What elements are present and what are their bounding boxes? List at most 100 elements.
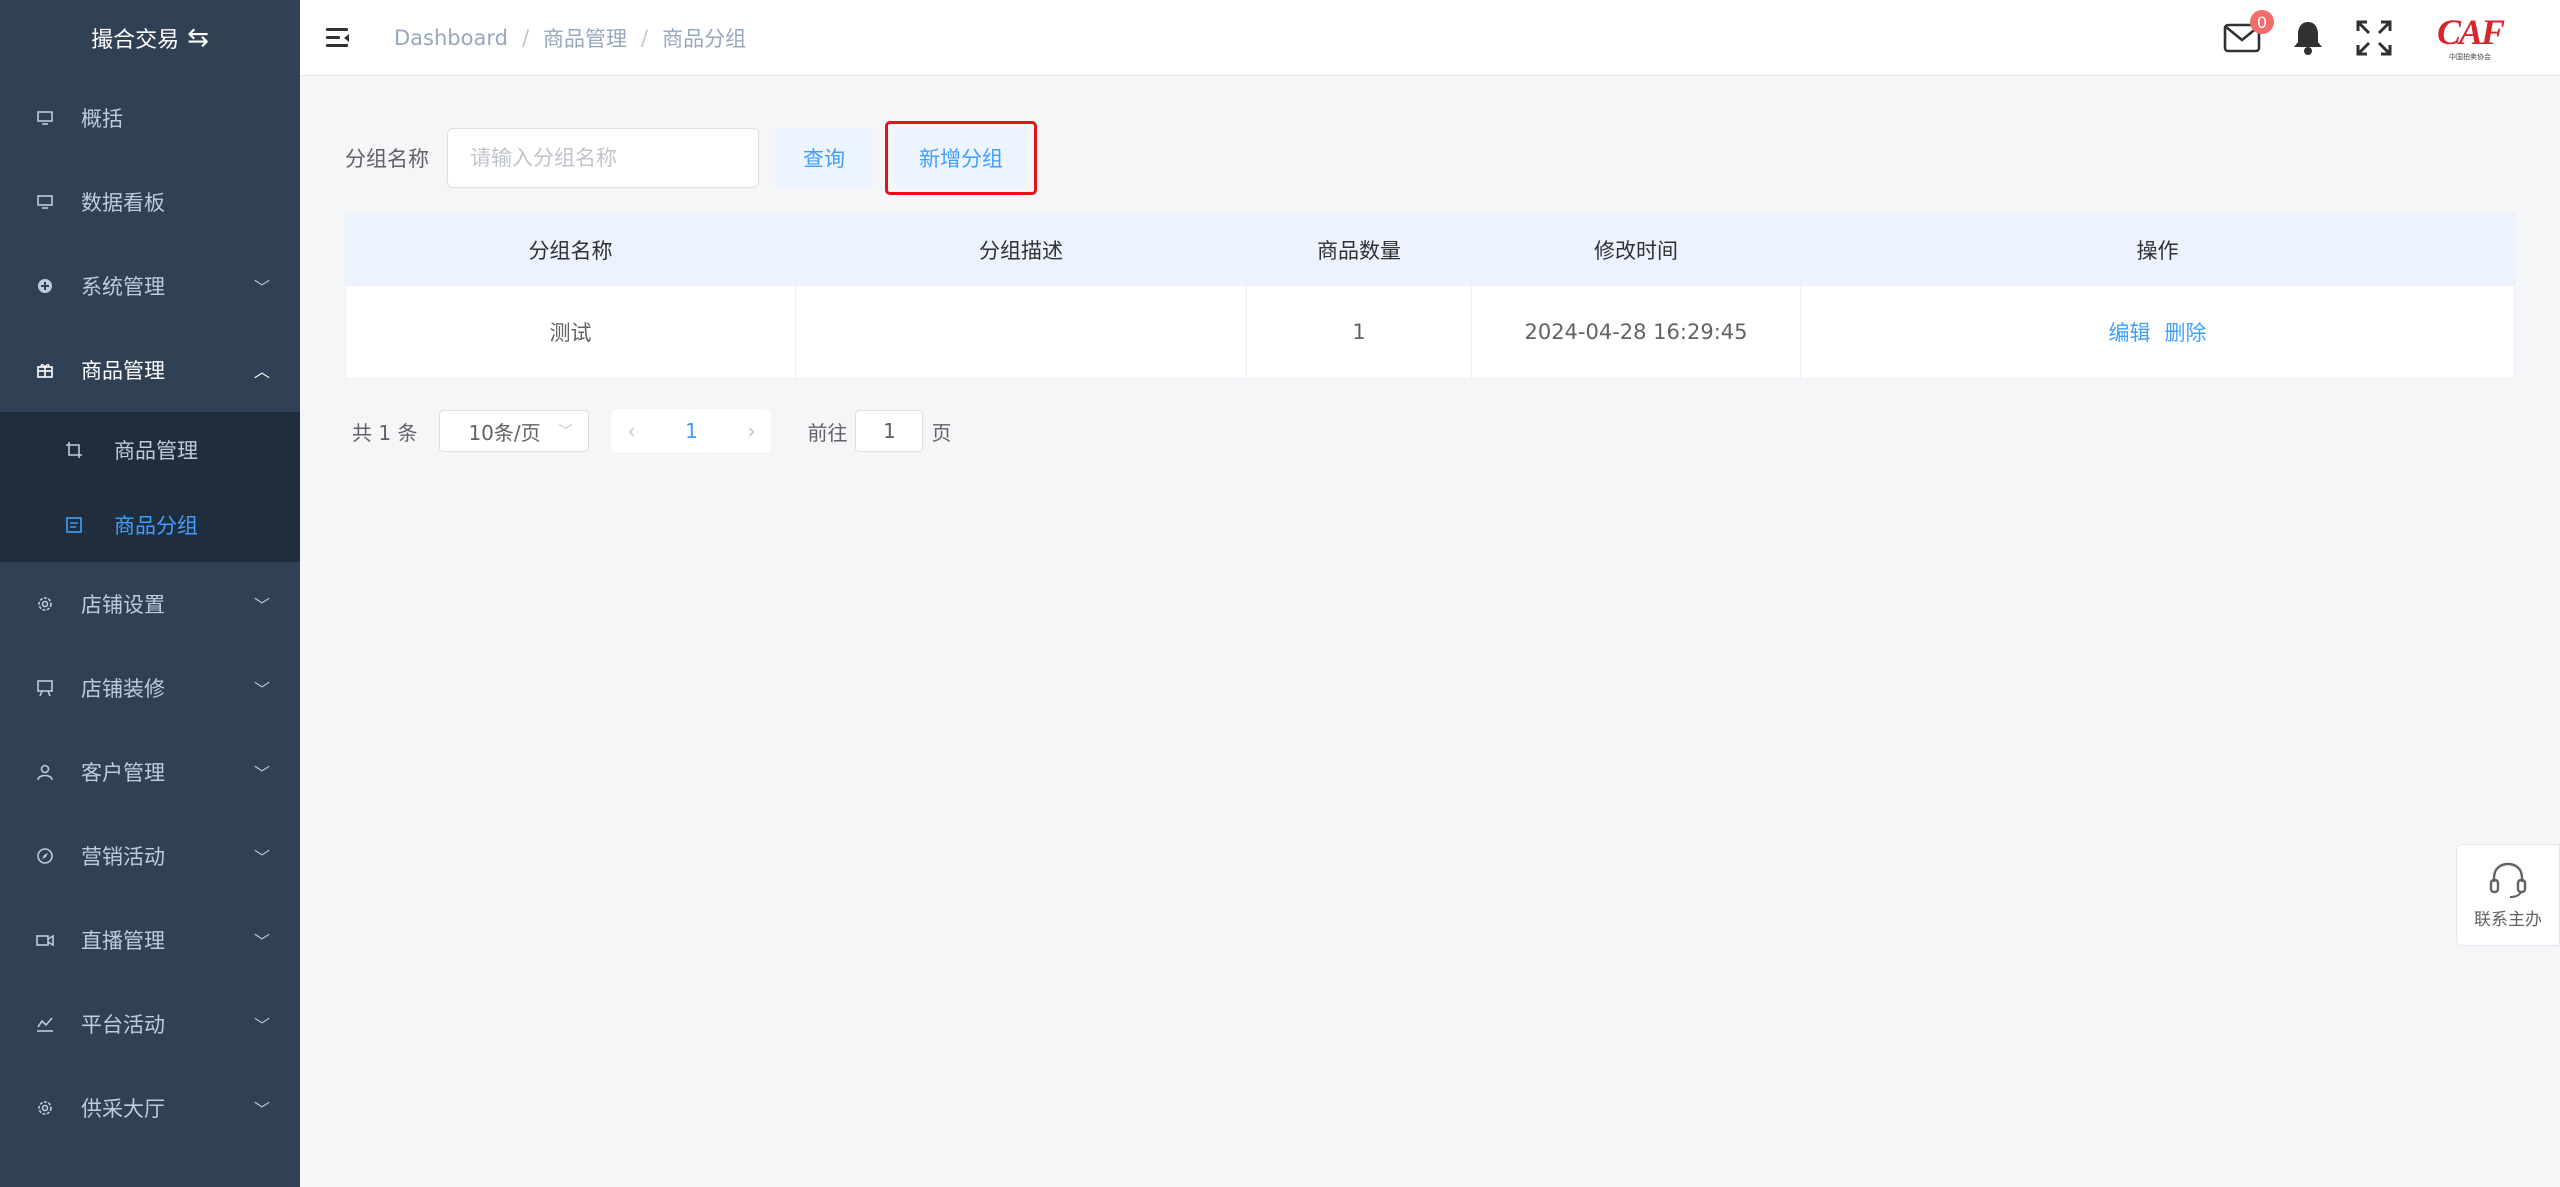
cell-count: 1 [1247,285,1472,378]
top-navbar: Dashboard / 商品管理 / 商品分组 0 CAF 中国拍卖协会 [300,0,2560,76]
chevron-down-icon: ﹀ [558,424,573,440]
sidebar-item-dashboard[interactable]: 数据看板 [0,160,300,244]
chevron-down-icon: ﹀ [253,278,270,297]
logo-text: CAF [2436,12,2505,52]
sidebar-item-goods[interactable]: 商品管理 ︿ [0,328,300,412]
prev-page-icon[interactable]: ‹ [627,419,635,443]
pagination: 共 1 条 10条/页 ﹀ ‹ 1 › 前往 页 [352,410,951,452]
add-group-highlight: 新增分组 [885,121,1037,195]
filter-bar: 分组名称 查询 新增分组 [345,121,1037,195]
video-camera-icon [34,929,56,951]
table-header-row: 分组名称 分组描述 商品数量 修改时间 操作 [346,214,2514,285]
sidebar-item-live[interactable]: 直播管理 ﹀ [0,898,300,982]
fullscreen-icon[interactable] [2352,16,2396,60]
group-table: 分组名称 分组描述 商品数量 修改时间 操作 测试 1 2024-04-28 1… [345,213,2515,379]
breadcrumb-separator: / [521,25,530,50]
user-icon [34,761,56,783]
gear-icon [34,593,56,615]
sidebar-subitem-label: 商品管理 [114,438,198,463]
sidebar-item-label: 平台活动 [81,1013,165,1037]
group-name-label: 分组名称 [345,147,429,171]
page-number-current[interactable]: 1 [685,419,698,443]
caf-logo[interactable]: CAF 中国拍卖协会 [2430,8,2510,68]
breadcrumb: Dashboard / 商品管理 / 商品分组 [394,23,746,53]
chevron-down-icon: ﹀ [253,1016,270,1035]
cell-name: 测试 [346,285,796,378]
chevron-down-icon: ﹀ [253,848,270,867]
hamburger-icon[interactable] [326,26,350,50]
breadcrumb-item-dashboard[interactable]: Dashboard [394,26,508,50]
breadcrumb-item-goods[interactable]: 商品管理 [543,23,627,53]
gift-icon [34,359,56,381]
mail-count-badge: 0 [2250,10,2274,34]
chevron-down-icon: ﹀ [253,596,270,615]
goto-label: 前往 [807,420,848,445]
chart-icon [34,1013,56,1035]
add-group-button[interactable]: 新增分组 [894,128,1028,188]
compass-icon [34,845,56,867]
sidebar-subitem-goods-group[interactable]: 商品分组 [0,487,300,562]
crop-icon [64,440,84,460]
easel-icon [34,677,56,699]
sidebar-item-platform[interactable]: 平台活动 ﹀ [0,982,300,1066]
sidebar-item-customers[interactable]: 客户管理 ﹀ [0,730,300,814]
sidebar-item-label: 数据看板 [81,191,165,215]
sidebar-item-shop-decor[interactable]: 店铺装修 ﹀ [0,646,300,730]
contact-label: 联系主办 [2474,910,2542,930]
sidebar-subitem-label: 商品分组 [114,513,198,538]
goto-page-input[interactable] [855,410,924,452]
swap-icon[interactable]: ⇆ [187,23,209,53]
sidebar-item-shop-settings[interactable]: 店铺设置 ﹀ [0,562,300,646]
query-button[interactable]: 查询 [775,128,873,188]
sidebar-item-label: 供采大厅 [81,1097,165,1121]
chevron-down-icon: ﹀ [253,1100,270,1119]
next-page-icon[interactable]: › [747,419,755,443]
sidebar-item-label: 系统管理 [81,275,165,299]
main-content: 分组名称 查询 新增分组 分组名称 分组描述 商品数量 修改时间 操作 测试 1… [300,76,2560,1187]
bell-icon[interactable] [2286,16,2330,60]
sidebar-item-label: 店铺设置 [81,593,165,617]
sidebar-item-label: 客户管理 [81,761,165,785]
brand: 撮合交易 ⇆ [0,0,300,76]
column-header-actions: 操作 [1801,214,2514,285]
gear-icon [34,1097,56,1119]
sidebar-item-label: 商品管理 [81,359,165,383]
monitor-icon [34,191,56,213]
chevron-down-icon: ﹀ [253,764,270,783]
headset-icon [2487,860,2529,905]
breadcrumb-separator: / [641,25,649,50]
logo-subtext: 中国拍卖协会 [2449,53,2491,61]
sidebar-item-overview[interactable]: 概括 [0,76,300,160]
cell-description [796,285,1247,378]
chevron-down-icon: ﹀ [253,932,270,951]
plus-circle-icon [34,275,56,297]
sidebar-item-procurement[interactable]: 供采大厅 ﹀ [0,1066,300,1150]
page-suffix-label: 页 [931,420,952,445]
contact-organizer-button[interactable]: 联系主办 [2456,844,2560,946]
sidebar-subitem-goods-manage[interactable]: 商品管理 [0,412,300,487]
group-name-input[interactable] [447,128,759,188]
column-header-count: 商品数量 [1247,214,1472,285]
chevron-down-icon: ﹀ [253,680,270,699]
page-size-value: 10条/页 [468,420,541,445]
sidebar-item-label: 直播管理 [81,929,165,953]
pagination-total: 共 1 条 [352,420,418,445]
sidebar-item-label: 概括 [81,107,123,131]
delete-link[interactable]: 删除 [2165,317,2207,347]
document-icon [64,515,84,535]
edit-link[interactable]: 编辑 [2109,317,2151,347]
pager-nav: ‹ 1 › [611,410,772,452]
brand-title: 撮合交易 [91,28,180,53]
sidebar: 撮合交易 ⇆ 概括 数据看板 系统管理 ﹀ 商品管理 ︿ 商品管理 商品分组 店… [0,0,300,1187]
chevron-up-icon: ︿ [253,362,270,381]
breadcrumb-item-current: 商品分组 [662,26,747,51]
monitor-icon [34,107,56,129]
submenu-goods: 商品管理 商品分组 [0,412,300,562]
page-size-select[interactable]: 10条/页 ﹀ [439,410,590,452]
column-header-description: 分组描述 [796,214,1247,285]
cell-modified: 2024-04-28 16:29:45 [1472,285,1801,378]
mail-icon[interactable]: 0 [2220,10,2274,60]
sidebar-item-system[interactable]: 系统管理 ﹀ [0,244,300,328]
table-row: 测试 1 2024-04-28 16:29:45 编辑 删除 [346,285,2514,378]
sidebar-item-marketing[interactable]: 营销活动 ﹀ [0,814,300,898]
